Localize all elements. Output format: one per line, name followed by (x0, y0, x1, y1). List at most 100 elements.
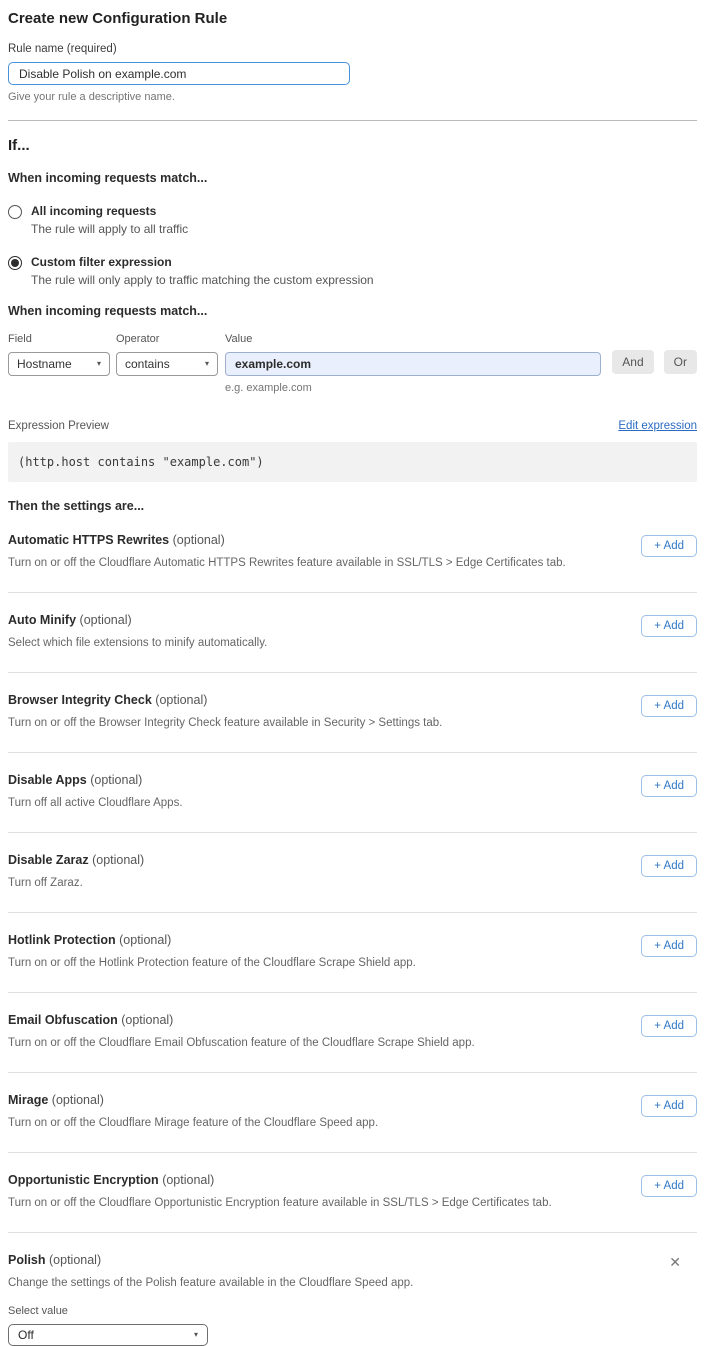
setting-row-mirage: Mirage (optional) Turn on or off the Clo… (8, 1073, 697, 1153)
setting-name: Browser Integrity Check (8, 693, 152, 707)
radio-custom-filter-expression[interactable]: Custom filter expression The rule will o… (8, 255, 697, 287)
chevron-down-icon: ▾ (194, 1331, 198, 1339)
configuration-rule-form: Create new Configuration Rule Rule name … (0, 0, 705, 1346)
setting-title: Email Obfuscation (optional) (8, 1013, 475, 1027)
setting-description: Turn off all active Cloudflare Apps. (8, 797, 183, 809)
add-button[interactable]: + Add (641, 1095, 697, 1117)
setting-title: Auto Minify (optional) (8, 613, 267, 627)
radio-label: Custom filter expression (31, 255, 374, 269)
setting-title: Browser Integrity Check (optional) (8, 693, 442, 707)
polish-value-select[interactable]: Off ▾ (8, 1324, 208, 1346)
setting-title: Mirage (optional) (8, 1093, 378, 1107)
rule-name-helper: Give your rule a descriptive name. (8, 91, 697, 103)
chevron-down-icon: ▾ (97, 360, 101, 368)
section-divider (8, 120, 697, 121)
field-label: Field (8, 333, 110, 345)
setting-row-auto-minify: Auto Minify (optional) Select which file… (8, 593, 697, 673)
setting-name: Automatic HTTPS Rewrites (8, 533, 169, 547)
add-button[interactable]: + Add (641, 855, 697, 877)
setting-title: Automatic HTTPS Rewrites (optional) (8, 533, 566, 547)
rule-name-label: Rule name (required) (8, 43, 697, 55)
edit-expression-link[interactable]: Edit expression (618, 420, 697, 432)
setting-optional: (optional) (90, 773, 142, 787)
setting-description: Turn on or off the Cloudflare Mirage fea… (8, 1117, 378, 1129)
page-title: Create new Configuration Rule (8, 10, 697, 27)
setting-row-browser-integrity-check: Browser Integrity Check (optional) Turn … (8, 673, 697, 753)
setting-row-disable-zaraz: Disable Zaraz (optional) Turn off Zaraz.… (8, 833, 697, 913)
rule-name-input[interactable] (8, 62, 350, 85)
value-helper: e.g. example.com (225, 382, 601, 394)
setting-name: Opportunistic Encryption (8, 1173, 159, 1187)
radio-description: The rule will apply to all traffic (31, 222, 188, 236)
polish-select-label: Select value (8, 1305, 413, 1317)
setting-name: Mirage (8, 1093, 48, 1107)
add-button[interactable]: + Add (641, 695, 697, 717)
rule-name-section: Rule name (required) Give your rule a de… (8, 43, 697, 103)
expression-preview-code: (http.host contains "example.com") (8, 442, 697, 482)
setting-description: Turn on or off the Cloudflare Email Obfu… (8, 1037, 475, 1049)
setting-optional: (optional) (119, 933, 171, 947)
expression-builder-row: Field Hostname ▾ Operator contains ▾ Val… (8, 333, 697, 394)
setting-row-automatic-https-rewrites: Automatic HTTPS Rewrites (optional) Turn… (8, 513, 697, 593)
radio-description: The rule will only apply to traffic matc… (31, 273, 374, 287)
setting-title: Polish (optional) (8, 1253, 413, 1267)
radio-unselected-icon[interactable] (8, 205, 22, 219)
setting-title: Disable Apps (optional) (8, 773, 183, 787)
chevron-down-icon: ▾ (205, 360, 209, 368)
setting-description: Turn off Zaraz. (8, 877, 144, 889)
setting-row-disable-apps: Disable Apps (optional) Turn off all act… (8, 753, 697, 833)
add-button[interactable]: + Add (641, 1015, 697, 1037)
setting-optional: (optional) (121, 1013, 173, 1027)
setting-optional: (optional) (80, 613, 132, 627)
setting-name: Disable Apps (8, 773, 87, 787)
close-icon[interactable]: ✕ (669, 1255, 681, 1269)
setting-optional: (optional) (155, 693, 207, 707)
if-heading: If... (8, 137, 697, 154)
setting-name: Disable Zaraz (8, 853, 89, 867)
setting-title: Hotlink Protection (optional) (8, 933, 416, 947)
and-button[interactable]: And (612, 350, 653, 374)
operator-select-value: contains (125, 357, 170, 371)
add-button[interactable]: + Add (641, 615, 697, 637)
radio-label: All incoming requests (31, 204, 188, 218)
setting-optional: (optional) (162, 1173, 214, 1187)
then-heading: Then the settings are... (8, 499, 697, 513)
setting-description: Turn on or off the Cloudflare Automatic … (8, 557, 566, 569)
add-button[interactable]: + Add (641, 1175, 697, 1197)
setting-name: Email Obfuscation (8, 1013, 118, 1027)
setting-row-hotlink-protection: Hotlink Protection (optional) Turn on or… (8, 913, 697, 993)
expression-preview-label: Expression Preview (8, 420, 109, 432)
field-select[interactable]: Hostname ▾ (8, 352, 110, 376)
setting-description: Change the settings of the Polish featur… (8, 1277, 413, 1289)
expression-preview-header: Expression Preview Edit expression (8, 420, 697, 432)
operator-select[interactable]: contains ▾ (116, 352, 218, 376)
value-input[interactable] (225, 352, 601, 376)
or-button[interactable]: Or (664, 350, 697, 374)
setting-title: Opportunistic Encryption (optional) (8, 1173, 552, 1187)
match-subheading: When incoming requests match... (8, 171, 697, 185)
add-button[interactable]: + Add (641, 535, 697, 557)
setting-row-polish: Polish (optional) Change the settings of… (8, 1233, 697, 1346)
operator-label: Operator (116, 333, 218, 345)
setting-description: Turn on or off the Browser Integrity Che… (8, 717, 442, 729)
setting-row-email-obfuscation: Email Obfuscation (optional) Turn on or … (8, 993, 697, 1073)
setting-row-opportunistic-encryption: Opportunistic Encryption (optional) Turn… (8, 1153, 697, 1233)
setting-title: Disable Zaraz (optional) (8, 853, 144, 867)
setting-description: Select which file extensions to minify a… (8, 637, 267, 649)
setting-optional: (optional) (49, 1253, 101, 1267)
setting-name: Hotlink Protection (8, 933, 116, 947)
setting-optional: (optional) (52, 1093, 104, 1107)
setting-description: Turn on or off the Cloudflare Opportunis… (8, 1197, 552, 1209)
value-label: Value (225, 333, 601, 345)
setting-optional: (optional) (92, 853, 144, 867)
setting-name: Polish (8, 1253, 46, 1267)
setting-name: Auto Minify (8, 613, 76, 627)
add-button[interactable]: + Add (641, 935, 697, 957)
field-select-value: Hostname (17, 357, 72, 371)
radio-all-incoming-requests[interactable]: All incoming requests The rule will appl… (8, 204, 697, 236)
setting-optional: (optional) (173, 533, 225, 547)
add-button[interactable]: + Add (641, 775, 697, 797)
setting-description: Turn on or off the Hotlink Protection fe… (8, 957, 416, 969)
polish-select-value: Off (18, 1328, 34, 1342)
radio-selected-icon[interactable] (8, 256, 22, 270)
